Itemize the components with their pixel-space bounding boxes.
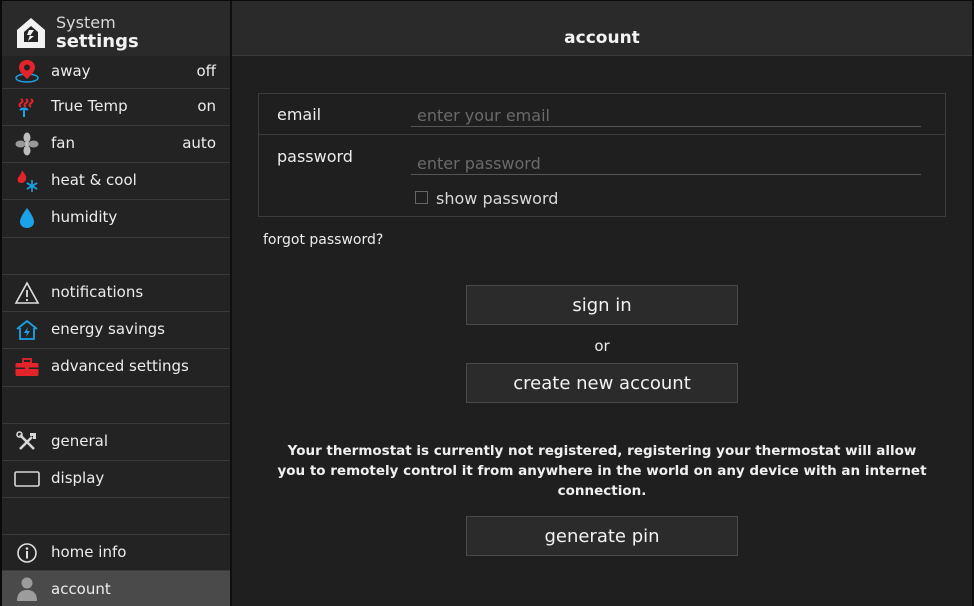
sidebar-item-label: fan	[51, 134, 75, 152]
brand-line2: settings	[56, 31, 139, 52]
login-form: email password show password	[258, 93, 946, 217]
tools-icon	[14, 430, 40, 454]
email-label: email	[277, 105, 322, 124]
display-icon	[14, 467, 40, 491]
form-divider	[259, 134, 945, 135]
sidebar: System settings away off True Temp on fa…	[2, 1, 232, 606]
sidebar-item-label: home info	[51, 543, 127, 561]
heat-waves-icon	[14, 95, 40, 119]
or-separator: or	[594, 337, 610, 355]
warning-triangle-icon	[14, 281, 40, 305]
sidebar-item-energy-savings[interactable]: energy savings	[2, 312, 230, 349]
password-field[interactable]	[411, 153, 921, 175]
sidebar-item-label: energy savings	[51, 320, 165, 338]
sidebar-item-notifications[interactable]: notifications	[2, 275, 230, 312]
sidebar-item-advanced-settings[interactable]: advanced settings	[2, 349, 230, 387]
sidebar-item-home-info[interactable]: home info	[2, 535, 230, 571]
brand-header: System settings	[2, 1, 230, 56]
flame-snowflake-icon	[14, 169, 40, 193]
create-account-button[interactable]: create new account	[466, 363, 738, 403]
main-content: account email password show password for…	[232, 1, 972, 606]
sidebar-item-heat-cool[interactable]: heat & cool	[2, 163, 230, 200]
registration-message-line1: Your thermostat is currently not registe…	[287, 443, 917, 459]
sidebar-item-label: humidity	[51, 208, 118, 226]
email-field[interactable]	[411, 105, 921, 127]
user-icon	[14, 577, 40, 601]
info-circle-icon	[14, 541, 40, 565]
water-drop-icon	[14, 206, 40, 230]
sidebar-item-value: off	[196, 62, 216, 80]
energy-house-icon	[14, 318, 40, 342]
sidebar-item-label: general	[51, 432, 109, 450]
sidebar-item-value: auto	[182, 134, 216, 152]
generate-pin-button[interactable]: generate pin	[466, 516, 738, 556]
location-pin-icon	[14, 58, 40, 83]
sidebar-item-label: True Temp	[51, 97, 128, 115]
fan-icon	[14, 132, 40, 156]
show-password-label[interactable]: show password	[436, 189, 558, 208]
sidebar-item-label: account	[51, 580, 111, 598]
sidebar-item-humidity[interactable]: humidity	[2, 200, 230, 238]
sidebar-item-fan[interactable]: fan auto	[2, 126, 230, 163]
sidebar-item-label: heat & cool	[51, 171, 137, 189]
registration-message: Your thermostat is currently not registe…	[232, 441, 972, 501]
sidebar-item-away[interactable]: away off	[2, 56, 230, 89]
sidebar-item-label: away	[51, 62, 91, 80]
page-header: account	[232, 1, 972, 56]
toolbox-icon	[14, 355, 40, 379]
sidebar-item-label: display	[51, 469, 105, 487]
sidebar-item-true-temp[interactable]: True Temp on	[2, 89, 230, 126]
sidebar-item-display[interactable]: display	[2, 461, 230, 498]
sidebar-item-value: on	[197, 97, 216, 115]
house-logo-icon	[16, 17, 46, 49]
brand-line1: System	[56, 13, 116, 32]
sidebar-item-label: notifications	[51, 283, 144, 301]
sidebar-item-account[interactable]: account	[2, 571, 230, 606]
forgot-password-link[interactable]: forgot password?	[263, 232, 383, 248]
sidebar-item-general[interactable]: general	[2, 424, 230, 461]
sidebar-item-label: advanced settings	[51, 357, 189, 375]
password-label: password	[277, 147, 353, 166]
show-password-checkbox[interactable]	[415, 191, 428, 204]
page-title: account	[564, 28, 640, 48]
sign-in-button[interactable]: sign in	[466, 285, 738, 325]
app-window: System settings away off True Temp on fa…	[2, 1, 972, 606]
registration-message-line2: you to remotely control it from anywhere…	[277, 463, 927, 499]
